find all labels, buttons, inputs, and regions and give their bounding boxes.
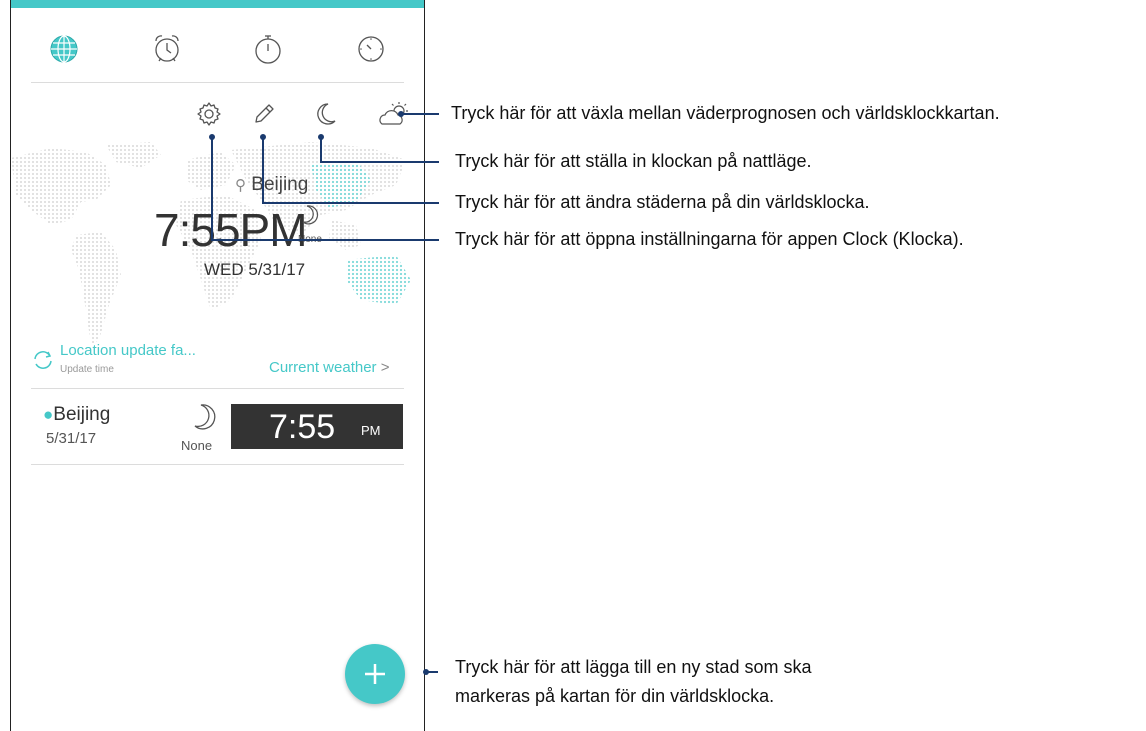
location-pin-icon: ⚲	[235, 177, 246, 194]
callout-line	[211, 239, 439, 241]
night-weather-icon	[302, 205, 319, 225]
tab-timer[interactable]	[354, 32, 388, 66]
update-time-label: Update time	[60, 364, 114, 375]
location-pin-icon: ●	[43, 405, 54, 424]
row-city-name: Beijing	[53, 404, 111, 425]
night-mode-button[interactable]	[310, 98, 342, 130]
tab-stopwatch[interactable]	[251, 32, 285, 66]
map-city-label: ⚲ Beijing	[235, 174, 308, 196]
callout-line	[320, 137, 322, 162]
tabs-divider	[31, 82, 404, 83]
current-weather-label: Current weather	[269, 359, 377, 376]
annotation-add-city-line2: markeras på kartan för din världsklocka.	[455, 686, 775, 706]
moon-icon	[317, 103, 336, 125]
moon-icon	[194, 404, 216, 430]
callout-line	[262, 137, 264, 203]
row-clock-box: 7:55 PM	[231, 404, 403, 449]
annotation-weather-toggle: Tryck här för att växla mellan väderprog…	[451, 103, 1000, 123]
annotation-settings: Tryck här för att öppna inställningarna …	[455, 229, 964, 249]
pencil-icon	[255, 104, 274, 123]
row-ampm: PM	[361, 423, 381, 438]
annotation-edit-cities: Tryck här för att ändra städerna på din …	[455, 192, 870, 212]
tab-alarm[interactable]	[150, 32, 184, 66]
settings-button[interactable]	[193, 98, 225, 130]
row-city-date: 5/31/17	[46, 430, 97, 447]
alarm-icon	[155, 35, 179, 62]
city-list-item[interactable]: ●Beijing 5/31/17 None 7:55 PM	[31, 396, 404, 462]
add-city-button[interactable]	[345, 644, 405, 704]
globe-icon	[50, 35, 78, 63]
location-status: Location update fa...	[60, 342, 196, 359]
row-weather: None	[181, 438, 213, 453]
tab-world-clock[interactable]	[47, 32, 81, 66]
callout-line	[401, 113, 439, 115]
row-time: 7:55	[269, 408, 336, 446]
timer-icon	[358, 36, 384, 62]
plus-icon	[365, 664, 385, 684]
callout-line	[211, 137, 213, 240]
callout-line	[426, 671, 438, 673]
current-weather-link[interactable]: Current weather >	[269, 359, 390, 376]
world-clock-date: WED 5/31/17	[204, 260, 306, 279]
edit-cities-button[interactable]	[248, 98, 280, 130]
weather-divider	[31, 388, 404, 389]
chevron-right-icon: >	[380, 359, 390, 376]
map-city-name: Beijing	[251, 174, 309, 195]
world-clock-time: 7:55PM	[154, 204, 308, 256]
stopwatch-icon	[255, 35, 281, 64]
refresh-icon[interactable]	[31, 348, 55, 372]
gear-icon	[197, 102, 221, 126]
callout-line	[320, 161, 439, 163]
annotation-add-city-line1: Tryck här för att lägga till en ny stad …	[455, 657, 812, 677]
annotation-night-mode: Tryck här för att ställa in klockan på n…	[455, 151, 812, 171]
status-accent-bar	[11, 0, 424, 8]
callout-line	[262, 202, 439, 204]
row-city-label: ●Beijing	[43, 404, 110, 426]
phone-screen: ⚲ Beijing 7:55PM None WED 5/31/17 Locati…	[10, 0, 425, 731]
list-divider	[31, 464, 404, 465]
